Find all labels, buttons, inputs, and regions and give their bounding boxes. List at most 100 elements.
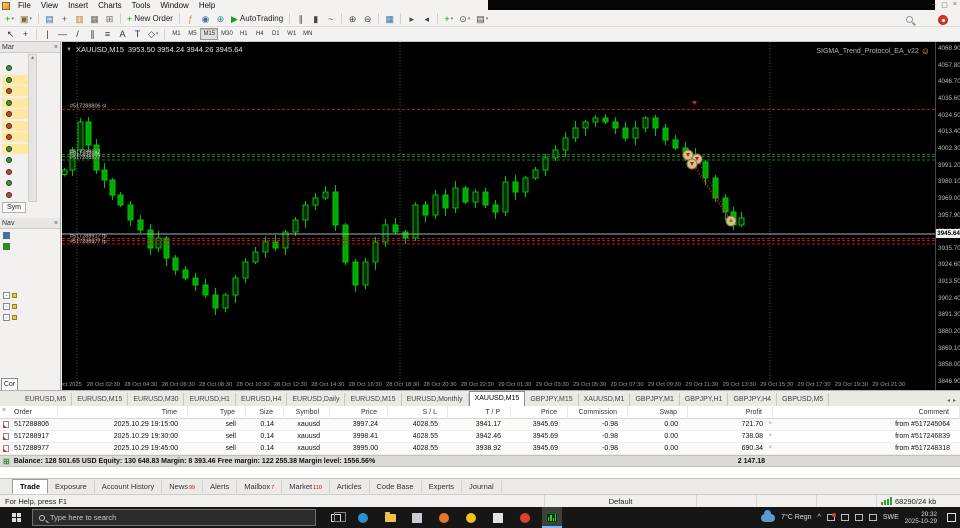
market-watch-symbol[interactable]: [2, 74, 28, 85]
timeframe-m1[interactable]: M1: [168, 28, 184, 40]
window-restore-button[interactable]: ▢: [941, 1, 948, 9]
chart-tab-xauusd-m1[interactable]: XAUUSD,M1: [579, 393, 631, 406]
zoom-out-button[interactable]: ⊖: [361, 12, 374, 25]
navigator-tree-item[interactable]: [3, 232, 10, 239]
market-watch-symbol[interactable]: [2, 167, 28, 177]
app-gray-icon[interactable]: [488, 507, 508, 528]
one-click-trading-icon[interactable]: ▼: [66, 47, 72, 53]
tree-collapse-icon[interactable]: -: [3, 292, 10, 299]
timeframe-m15[interactable]: M15: [200, 28, 219, 40]
close-icon[interactable]: ×: [2, 407, 6, 414]
start-button[interactable]: [0, 507, 32, 528]
chart-window[interactable]: #517288806 sl #517288917 #517288806 #517288…: [62, 42, 935, 390]
tray-icon-3[interactable]: [854, 514, 863, 521]
task-view-button[interactable]: [326, 507, 346, 528]
tray-icon-2[interactable]: [840, 514, 849, 521]
strategy-tester-button[interactable]: ⊞: [103, 12, 116, 25]
mt4-taskbar-icon[interactable]: [542, 507, 562, 528]
column-header-type[interactable]: Type: [188, 406, 246, 419]
cursor-tool[interactable]: ↖: [4, 28, 17, 41]
table-row[interactable]: 517288977 2025.10.29 19:45:00 sell 0.14 xauu…: [0, 443, 960, 455]
tree-collapse-icon[interactable]: -: [3, 303, 10, 310]
tile-windows-button[interactable]: ▦: [383, 12, 396, 25]
market-watch-symbol[interactable]: [2, 120, 28, 131]
status-profile[interactable]: Default: [544, 494, 696, 508]
timeframe-h1[interactable]: H1: [236, 28, 252, 40]
column-header-price[interactable]: Price: [330, 406, 388, 419]
menu-window[interactable]: Window: [155, 1, 193, 10]
close-icon[interactable]: ×: [54, 220, 58, 227]
chart-tab-gbpjpy-m1[interactable]: GBPJPY,M1: [630, 393, 680, 406]
chart-tab-gbpjpy-m15[interactable]: GBPJPY,M15: [525, 393, 579, 406]
file-explorer-icon[interactable]: [380, 507, 400, 528]
expand-icon[interactable]: ⊞: [3, 457, 10, 466]
navigator-tree-item[interactable]: -: [3, 314, 17, 321]
ea-smiley-icon[interactable]: ☺: [921, 47, 930, 56]
edge-browser-icon[interactable]: [353, 507, 373, 528]
navigator-tree-item[interactable]: -: [3, 303, 17, 310]
market-watch-symbol[interactable]: [2, 178, 28, 188]
menu-tools[interactable]: Tools: [127, 1, 156, 10]
market-watch-header[interactable]: Mar ×: [0, 42, 60, 53]
column-header-swap[interactable]: Swap: [628, 406, 688, 419]
crosshair-tool[interactable]: +: [19, 28, 32, 41]
tray-icon-1[interactable]: [826, 513, 836, 521]
new-chart-button[interactable]: + ▾: [3, 12, 16, 25]
chart-tab-eurusd-monthly[interactable]: EURUSD,Monthly: [402, 393, 469, 406]
column-header-symbol[interactable]: Symbol: [284, 406, 330, 419]
periods-button[interactable]: ⊙ ▾: [457, 12, 472, 25]
tab-experts[interactable]: Experts: [422, 480, 463, 493]
menu-file[interactable]: File: [13, 1, 36, 10]
chart-tab-eurusd-m15[interactable]: EURUSD,M15: [345, 393, 402, 406]
terminal-button[interactable]: ▦: [88, 12, 101, 25]
timeframe-m5[interactable]: M5: [184, 28, 200, 40]
chart-tab-gbpjpy-h1[interactable]: GBPJPY,H1: [680, 393, 729, 406]
chart-tab-eurusd-m15[interactable]: EURUSD,M15: [72, 393, 129, 406]
notification-badge-icon[interactable]: [938, 15, 948, 25]
weather-icon[interactable]: [761, 509, 776, 522]
line-chart-button[interactable]: ~: [324, 12, 337, 25]
vertical-line-tool[interactable]: |: [41, 28, 54, 41]
chart-tab-xauusd-m15[interactable]: XAUUSD,M15: [468, 391, 526, 407]
tab-exposure[interactable]: Exposure: [48, 480, 95, 493]
tab-scroll-arrow[interactable]: ◂: [947, 397, 950, 404]
market-watch-symbol[interactable]: [2, 97, 28, 108]
autotrading-button[interactable]: ▶ AutoTrading: [229, 12, 285, 25]
candlestick-button[interactable]: ▮: [309, 12, 322, 25]
tree-collapse-icon[interactable]: -: [3, 314, 10, 321]
store-icon[interactable]: [407, 507, 427, 528]
label-tool[interactable]: T: [131, 28, 144, 41]
tray-icon-4[interactable]: [868, 514, 877, 521]
tab-trade[interactable]: Trade: [12, 479, 49, 494]
channel-tool[interactable]: ∥: [86, 28, 99, 41]
menu-charts[interactable]: Charts: [93, 1, 127, 10]
scroll-up-icon[interactable]: ▲: [29, 55, 36, 61]
text-tool[interactable]: A: [116, 28, 129, 41]
close-position-icon[interactable]: ×: [768, 431, 772, 442]
market-watch-scrollbar[interactable]: ▲: [28, 54, 37, 202]
menu-insert[interactable]: Insert: [63, 1, 93, 10]
tab-mailbox[interactable]: Mailbox 7: [237, 480, 283, 493]
timeframe-m30[interactable]: M30: [218, 28, 236, 40]
menu-help[interactable]: Help: [194, 1, 220, 10]
table-row[interactable]: 517288806 2025.10.29 19:15:00 sell 0.14 xauu…: [0, 419, 960, 431]
navigator-tree-item[interactable]: [3, 243, 10, 250]
profiles-button[interactable]: ▣ ▾: [18, 12, 34, 25]
chart-tab-eurusd-daily[interactable]: EURUSD,Daily: [287, 393, 346, 406]
entry-marker[interactable]: [682, 149, 694, 161]
search-icon[interactable]: [906, 16, 913, 23]
tab-alerts[interactable]: Alerts: [203, 480, 238, 493]
column-header-commission[interactable]: Commission: [568, 406, 628, 419]
close-icon[interactable]: ×: [54, 44, 58, 51]
chart-tab-gbpusd-m5[interactable]: GBPUSD,M5: [777, 393, 830, 406]
timeframe-mn[interactable]: MN: [300, 28, 316, 40]
horizontal-line-tool[interactable]: —: [56, 28, 69, 41]
tab-code-base[interactable]: Code Base: [370, 480, 422, 493]
browser-red-icon[interactable]: [515, 507, 535, 528]
timeframe-w1[interactable]: W1: [284, 28, 300, 40]
chart-tab-eurusd-m5[interactable]: EURUSD,M5: [20, 393, 73, 406]
chart-tab-gbpjpy-h4[interactable]: GBPJPY,H4: [728, 393, 778, 406]
app-yellow-icon[interactable]: [461, 507, 481, 528]
indicators-button[interactable]: + ▾: [442, 12, 455, 25]
new-order-button[interactable]: + New Order: [125, 12, 175, 25]
